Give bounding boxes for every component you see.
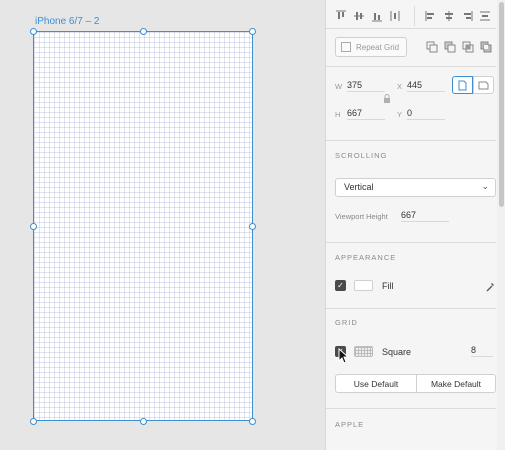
landscape-button[interactable] (473, 76, 494, 94)
use-default-button[interactable]: Use Default (335, 374, 417, 393)
resize-handle-bottom-center[interactable] (140, 418, 147, 425)
eyedropper-icon[interactable] (484, 280, 496, 292)
fill-checkbox[interactable]: ✓ (335, 280, 346, 291)
divider (326, 140, 496, 141)
y-label: Y (397, 110, 403, 119)
repeat-grid-button[interactable]: Repeat Grid (335, 37, 407, 57)
apple-section-title: APPLE (335, 420, 365, 429)
height-field[interactable]: 667 (347, 108, 385, 120)
repeat-grid-icon (341, 42, 351, 52)
align-middle-icon[interactable] (353, 10, 365, 22)
height-label: H (335, 110, 341, 119)
portrait-icon (458, 80, 467, 90)
x-label: X (397, 82, 403, 91)
canvas[interactable]: iPhone 6/7 – 2 (0, 0, 325, 450)
resize-handle-top-left[interactable] (30, 28, 37, 35)
scrollbar-track[interactable] (497, 0, 505, 450)
align-center-icon[interactable] (443, 10, 455, 22)
toolbar-separator (414, 6, 415, 26)
y-field[interactable]: 0 (407, 108, 445, 120)
lock-icon[interactable] (383, 94, 391, 106)
exclude-icon[interactable] (480, 41, 492, 53)
mouse-cursor-icon (338, 347, 350, 364)
fill-label: Fill (382, 281, 394, 291)
scrolling-select[interactable]: Vertical ⌄ (335, 178, 496, 197)
scrolling-section-title: SCROLLING (335, 151, 388, 160)
make-default-button[interactable]: Make Default (416, 374, 496, 393)
intersect-icon[interactable] (462, 41, 474, 53)
scrolling-selected-value: Vertical (344, 182, 374, 192)
artboard[interactable] (33, 31, 253, 421)
grid-size-field[interactable]: 8 (471, 345, 493, 357)
resize-handle-top-right[interactable] (249, 28, 256, 35)
divider (326, 28, 496, 29)
divider (326, 66, 496, 67)
divider (326, 242, 496, 243)
viewport-height-field[interactable]: 667 (401, 210, 449, 222)
subtract-icon[interactable] (444, 41, 456, 53)
align-bottom-icon[interactable] (371, 10, 383, 22)
x-field[interactable]: 445 (407, 80, 445, 92)
property-inspector: Repeat Grid W 375 X 445 H 667 Y 0 SCROLL… (325, 0, 505, 450)
appearance-section-title: APPEARANCE (335, 253, 397, 262)
distribute-vertical-icon[interactable] (389, 10, 401, 22)
fill-color-swatch[interactable] (354, 280, 373, 291)
resize-handle-middle-left[interactable] (30, 223, 37, 230)
landscape-icon (478, 81, 489, 89)
width-field[interactable]: 375 (347, 80, 385, 92)
scrollbar-thumb[interactable] (499, 2, 504, 207)
chevron-down-icon: ⌄ (481, 181, 489, 191)
width-label: W (335, 82, 343, 91)
align-right-icon[interactable] (461, 10, 473, 22)
divider (326, 408, 496, 409)
resize-handle-bottom-left[interactable] (30, 418, 37, 425)
resize-handle-top-center[interactable] (140, 28, 147, 35)
add-icon[interactable] (426, 41, 438, 53)
resize-handle-bottom-right[interactable] (249, 418, 256, 425)
viewport-height-label: Viewport Height (335, 212, 388, 221)
align-left-icon[interactable] (425, 10, 437, 22)
grid-section-title: GRID (335, 318, 358, 327)
distribute-horizontal-icon[interactable] (479, 10, 491, 22)
portrait-button[interactable] (452, 76, 473, 94)
grid-color-swatch[interactable] (354, 346, 373, 357)
divider (326, 308, 496, 309)
align-top-icon[interactable] (335, 10, 347, 22)
repeat-grid-label: Repeat Grid (356, 42, 400, 52)
resize-handle-middle-right[interactable] (249, 223, 256, 230)
grid-type-label[interactable]: Square (382, 347, 411, 357)
artboard-title[interactable]: iPhone 6/7 – 2 (35, 16, 100, 27)
